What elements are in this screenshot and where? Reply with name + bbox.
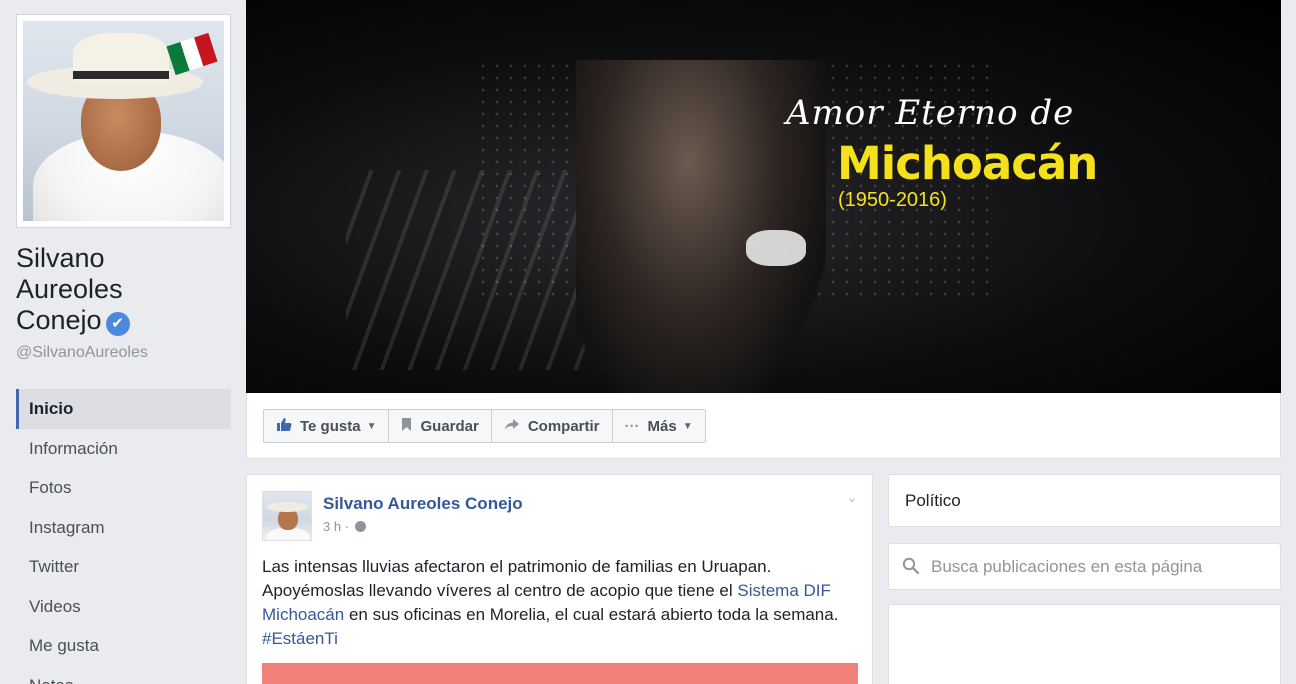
post-text-part1: Las intensas lluvias afectaron el patrim… <box>262 557 772 600</box>
save-button[interactable]: Guardar <box>389 410 492 442</box>
right-column-card <box>888 604 1281 684</box>
more-button[interactable]: ··· Más ▼ <box>613 410 705 442</box>
thumbs-up-icon <box>276 417 292 436</box>
page-title-line1: Silvano <box>16 243 105 273</box>
cover-singer-cuff <box>746 230 806 266</box>
avatar-hat <box>266 502 308 512</box>
post-timestamp[interactable]: 3 h <box>323 519 341 534</box>
like-button-label: Te gusta <box>300 417 361 435</box>
sidebar-item-notas[interactable]: Notas <box>16 666 231 684</box>
page-search-input[interactable] <box>931 554 1271 580</box>
profile-picture[interactable] <box>23 21 224 221</box>
mexico-flag-icon <box>166 32 218 76</box>
page-title-line3: Conejo <box>16 305 102 335</box>
chevron-down-icon[interactable]: ⌄ <box>846 489 858 506</box>
page-search-card <box>888 543 1281 590</box>
page-category[interactable]: Político <box>905 491 961 511</box>
page-username[interactable]: @SilvanoAureoles <box>16 344 148 362</box>
search-icon <box>902 557 920 575</box>
page-action-bar: Te gusta ▼ Guardar Compartir ··· Más ▼ <box>246 393 1281 459</box>
post-meta: 3 h · <box>323 519 366 534</box>
profile-picture-frame[interactable] <box>16 14 231 228</box>
ellipsis-icon: ··· <box>624 417 640 435</box>
post-author-avatar[interactable] <box>262 491 312 541</box>
like-button[interactable]: Te gusta ▼ <box>264 410 390 442</box>
post-hashtag[interactable]: #EstáenTi <box>262 629 338 648</box>
profile-picture-hat-band <box>73 71 169 79</box>
sidebar-item-videos[interactable]: Videos <box>16 587 231 627</box>
share-button-label: Compartir <box>527 417 600 435</box>
save-button-label: Guardar <box>420 417 479 435</box>
bookmark-icon <box>401 417 412 436</box>
post-body: Las intensas lluvias afectaron el patrim… <box>262 555 862 651</box>
post-author-name[interactable]: Silvano Aureoles Conejo <box>323 494 523 514</box>
cover-subtitle: Michoacán <box>837 137 1098 190</box>
cover-years: (1950-2016) <box>838 189 947 211</box>
share-button[interactable]: Compartir <box>492 410 613 442</box>
sidebar-item-twitter[interactable]: Twitter <box>16 547 231 587</box>
cover-photo[interactable]: Amor Eterno de Michoacán (1950-2016) <box>246 0 1281 393</box>
caret-down-icon: ▼ <box>682 420 693 432</box>
more-button-label: Más <box>647 417 677 435</box>
page-title-line2: Aureoles <box>16 274 123 304</box>
post-text-part2: en sus oficinas en Morelia, el cual esta… <box>344 605 839 624</box>
caret-down-icon: ▼ <box>366 420 377 432</box>
share-arrow-icon <box>504 418 520 435</box>
verified-badge-icon: ✔ <box>105 312 130 336</box>
sidebar-item-inicio[interactable]: Inicio <box>16 389 231 429</box>
post-card: Silvano Aureoles Conejo 3 h · ⌄ Las inte… <box>246 474 873 684</box>
page-category-card: Político <box>888 474 1281 527</box>
sidebar-item-instagram[interactable]: Instagram <box>16 508 231 548</box>
page-title: Silvano Aureoles Conejo ✔ <box>16 243 231 336</box>
page-side-nav: Inicio Información Fotos Instagram Twitt… <box>16 389 231 684</box>
page-action-buttons: Te gusta ▼ Guardar Compartir ··· Más ▼ <box>263 409 706 443</box>
sidebar-item-me-gusta[interactable]: Me gusta <box>16 626 231 666</box>
post-meta-separator: · <box>344 519 350 534</box>
sidebar-item-informacion[interactable]: Información <box>16 429 231 469</box>
post-image[interactable] <box>262 663 858 684</box>
cover-title: Amor Eterno de <box>786 93 1075 133</box>
globe-icon[interactable] <box>354 521 366 532</box>
sidebar-item-fotos[interactable]: Fotos <box>16 468 231 508</box>
